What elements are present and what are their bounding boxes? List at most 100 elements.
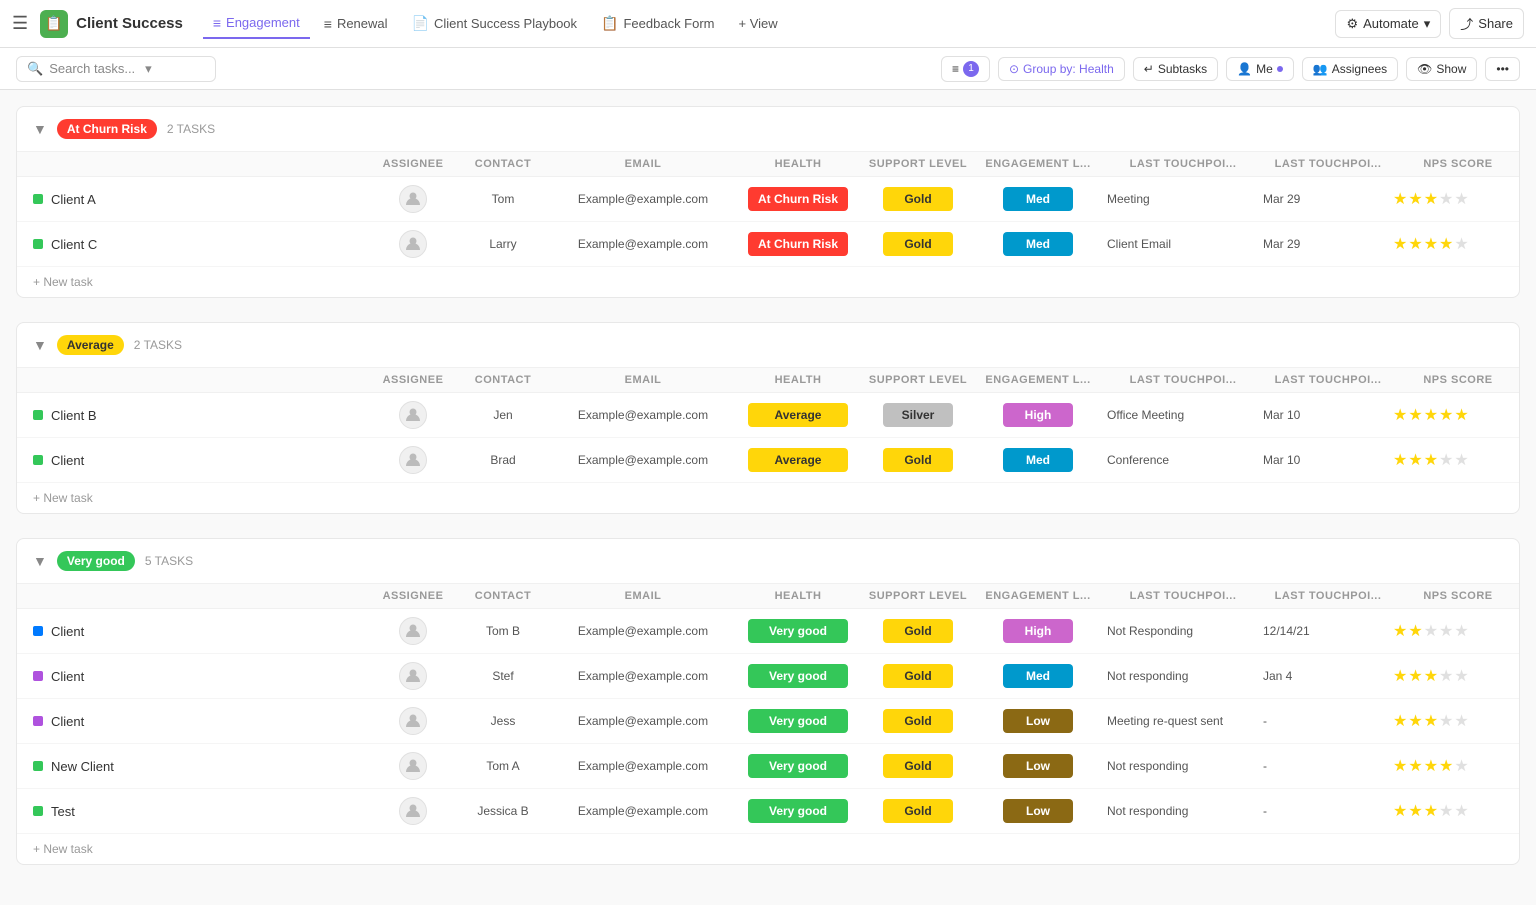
subtasks-chip[interactable]: ↵ Subtasks [1133, 57, 1218, 81]
task-name-text: Test [51, 804, 75, 819]
support-cell: Gold [863, 619, 973, 643]
support-badge: Gold [883, 664, 953, 688]
email-cell: Example@example.com [553, 714, 733, 728]
collapse-icon-churn[interactable]: ▼ [33, 121, 47, 137]
tab-add-view[interactable]: + View [729, 10, 788, 37]
star-5: ★ [1454, 450, 1468, 470]
support-badge: Gold [883, 232, 953, 256]
filter-icon: ≡ [952, 62, 959, 76]
nps-cell: ★★★★★ [1393, 405, 1523, 425]
tab-renewal[interactable]: ≡ Renewal [314, 10, 398, 38]
new-task-button[interactable]: + New task [17, 267, 1519, 297]
playbook-tab-label: Client Success Playbook [434, 16, 577, 31]
col-headers-verygood: ASSIGNEE CONTACT EMAIL HEALTH SUPPORT LE… [17, 584, 1519, 609]
task-dot [33, 716, 43, 726]
nps-cell: ★★★★★ [1393, 450, 1523, 470]
new-task-button[interactable]: + New task [17, 834, 1519, 864]
star-5: ★ [1454, 234, 1468, 254]
me-chip[interactable]: 👤 Me [1226, 57, 1294, 81]
subtasks-label: Subtasks [1158, 62, 1207, 76]
star-1: ★ [1393, 621, 1407, 641]
group-section-verygood: ▼ Very good 5 TASKS ASSIGNEE CONTACT EMA… [16, 538, 1520, 865]
engagement-cell: High [973, 403, 1103, 427]
group-header-verygood: ▼ Very good 5 TASKS [17, 539, 1519, 584]
star-2: ★ [1408, 711, 1422, 731]
nps-cell: ★★★★★ [1393, 756, 1523, 776]
automate-button[interactable]: ⚙ Automate ▾ [1335, 10, 1441, 38]
support-badge: Gold [883, 619, 953, 643]
assignee-avatar[interactable] [399, 401, 427, 429]
table-row[interactable]: Client A Tom Example@example.com At Chur… [17, 177, 1519, 222]
touchpoint2-cell: Mar 10 [1263, 408, 1393, 422]
table-row[interactable]: Client Tom B Example@example.com Very go… [17, 609, 1519, 654]
touchpoint2-cell: Mar 29 [1263, 192, 1393, 206]
task-name-text: Client [51, 624, 84, 639]
task-name-cell: Client [33, 453, 373, 468]
col-headers-churn: ASSIGNEE CONTACT EMAIL HEALTH SUPPORT LE… [17, 152, 1519, 177]
table-row[interactable]: Client Brad Example@example.com Average … [17, 438, 1519, 483]
collapse-icon-average[interactable]: ▼ [33, 337, 47, 353]
table-row[interactable]: Client C Larry Example@example.com At Ch… [17, 222, 1519, 267]
contact-cell: Jessica B [453, 804, 553, 818]
engagement-badge: Low [1003, 709, 1073, 733]
show-chip[interactable]: 👁 Show [1406, 57, 1477, 81]
star-3: ★ [1424, 189, 1438, 209]
assignee-avatar[interactable] [399, 662, 427, 690]
feedback-tab-label: Feedback Form [623, 16, 714, 31]
health-cell: Average [733, 403, 863, 427]
assignees-chip[interactable]: 👥 Assignees [1302, 57, 1398, 81]
search-placeholder: Search tasks... [49, 61, 135, 76]
assignee-avatar[interactable] [399, 617, 427, 645]
task-dot [33, 455, 43, 465]
support-cell: Silver [863, 403, 973, 427]
task-name-cell: New Client [33, 759, 373, 774]
star-4: ★ [1439, 711, 1453, 731]
me-dot [1277, 66, 1283, 72]
hamburger-menu-icon[interactable]: ☰ [12, 13, 28, 34]
assignee-avatar[interactable] [399, 185, 427, 213]
tab-feedback[interactable]: 📋 Feedback Form [591, 9, 724, 38]
touchpoint1-cell: Not responding [1103, 759, 1263, 773]
table-row[interactable]: Client B Jen Example@example.com Average… [17, 393, 1519, 438]
share-button[interactable]: ⤴ Share [1449, 8, 1524, 39]
assignee-avatar[interactable] [399, 752, 427, 780]
assignee-avatar[interactable] [399, 707, 427, 735]
health-badge: Average [748, 403, 848, 427]
support-cell: Gold [863, 664, 973, 688]
group-badge-average: Average [57, 335, 124, 355]
new-task-button[interactable]: + New task [17, 483, 1519, 513]
eye-icon: 👁 [1417, 62, 1432, 76]
star-2: ★ [1408, 621, 1422, 641]
star-1: ★ [1393, 756, 1407, 776]
assignee-avatar[interactable] [399, 797, 427, 825]
more-options-chip[interactable]: ••• [1485, 57, 1520, 81]
nps-cell: ★★★★★ [1393, 189, 1523, 209]
assignee-cell [373, 797, 453, 825]
engagement-cell: Low [973, 799, 1103, 823]
support-badge: Gold [883, 187, 953, 211]
tab-engagement[interactable]: ≡ Engagement [203, 9, 310, 39]
table-row[interactable]: Test Jessica B Example@example.com Very … [17, 789, 1519, 834]
assignee-avatar[interactable] [399, 446, 427, 474]
table-row[interactable]: New Client Tom A Example@example.com Ver… [17, 744, 1519, 789]
app-icon: 📋 [40, 10, 68, 38]
engagement-cell: Med [973, 448, 1103, 472]
collapse-icon-verygood[interactable]: ▼ [33, 553, 47, 569]
star-5: ★ [1454, 666, 1468, 686]
star-4: ★ [1439, 801, 1453, 821]
me-label: Me [1256, 62, 1273, 76]
assignee-avatar[interactable] [399, 230, 427, 258]
top-nav: ☰ 📋 Client Success ≡ Engagement ≡ Renewa… [0, 0, 1536, 48]
filter-chip[interactable]: ≡ 1 [941, 56, 990, 82]
group-by-chip[interactable]: ⊙ Group by: Health [998, 57, 1125, 81]
table-row[interactable]: Client Stef Example@example.com Very goo… [17, 654, 1519, 699]
col-support: SUPPORT LEVEL [863, 158, 973, 170]
task-name-text: Client [51, 453, 84, 468]
table-row[interactable]: Client Jess Example@example.com Very goo… [17, 699, 1519, 744]
star-4: ★ [1439, 450, 1453, 470]
task-count-verygood: 5 TASKS [145, 554, 193, 568]
tab-playbook[interactable]: 📄 Client Success Playbook [402, 9, 588, 38]
star-2: ★ [1408, 405, 1422, 425]
assignees-icon: 👥 [1313, 62, 1328, 76]
search-box[interactable]: 🔍 Search tasks... ▾ [16, 56, 216, 82]
